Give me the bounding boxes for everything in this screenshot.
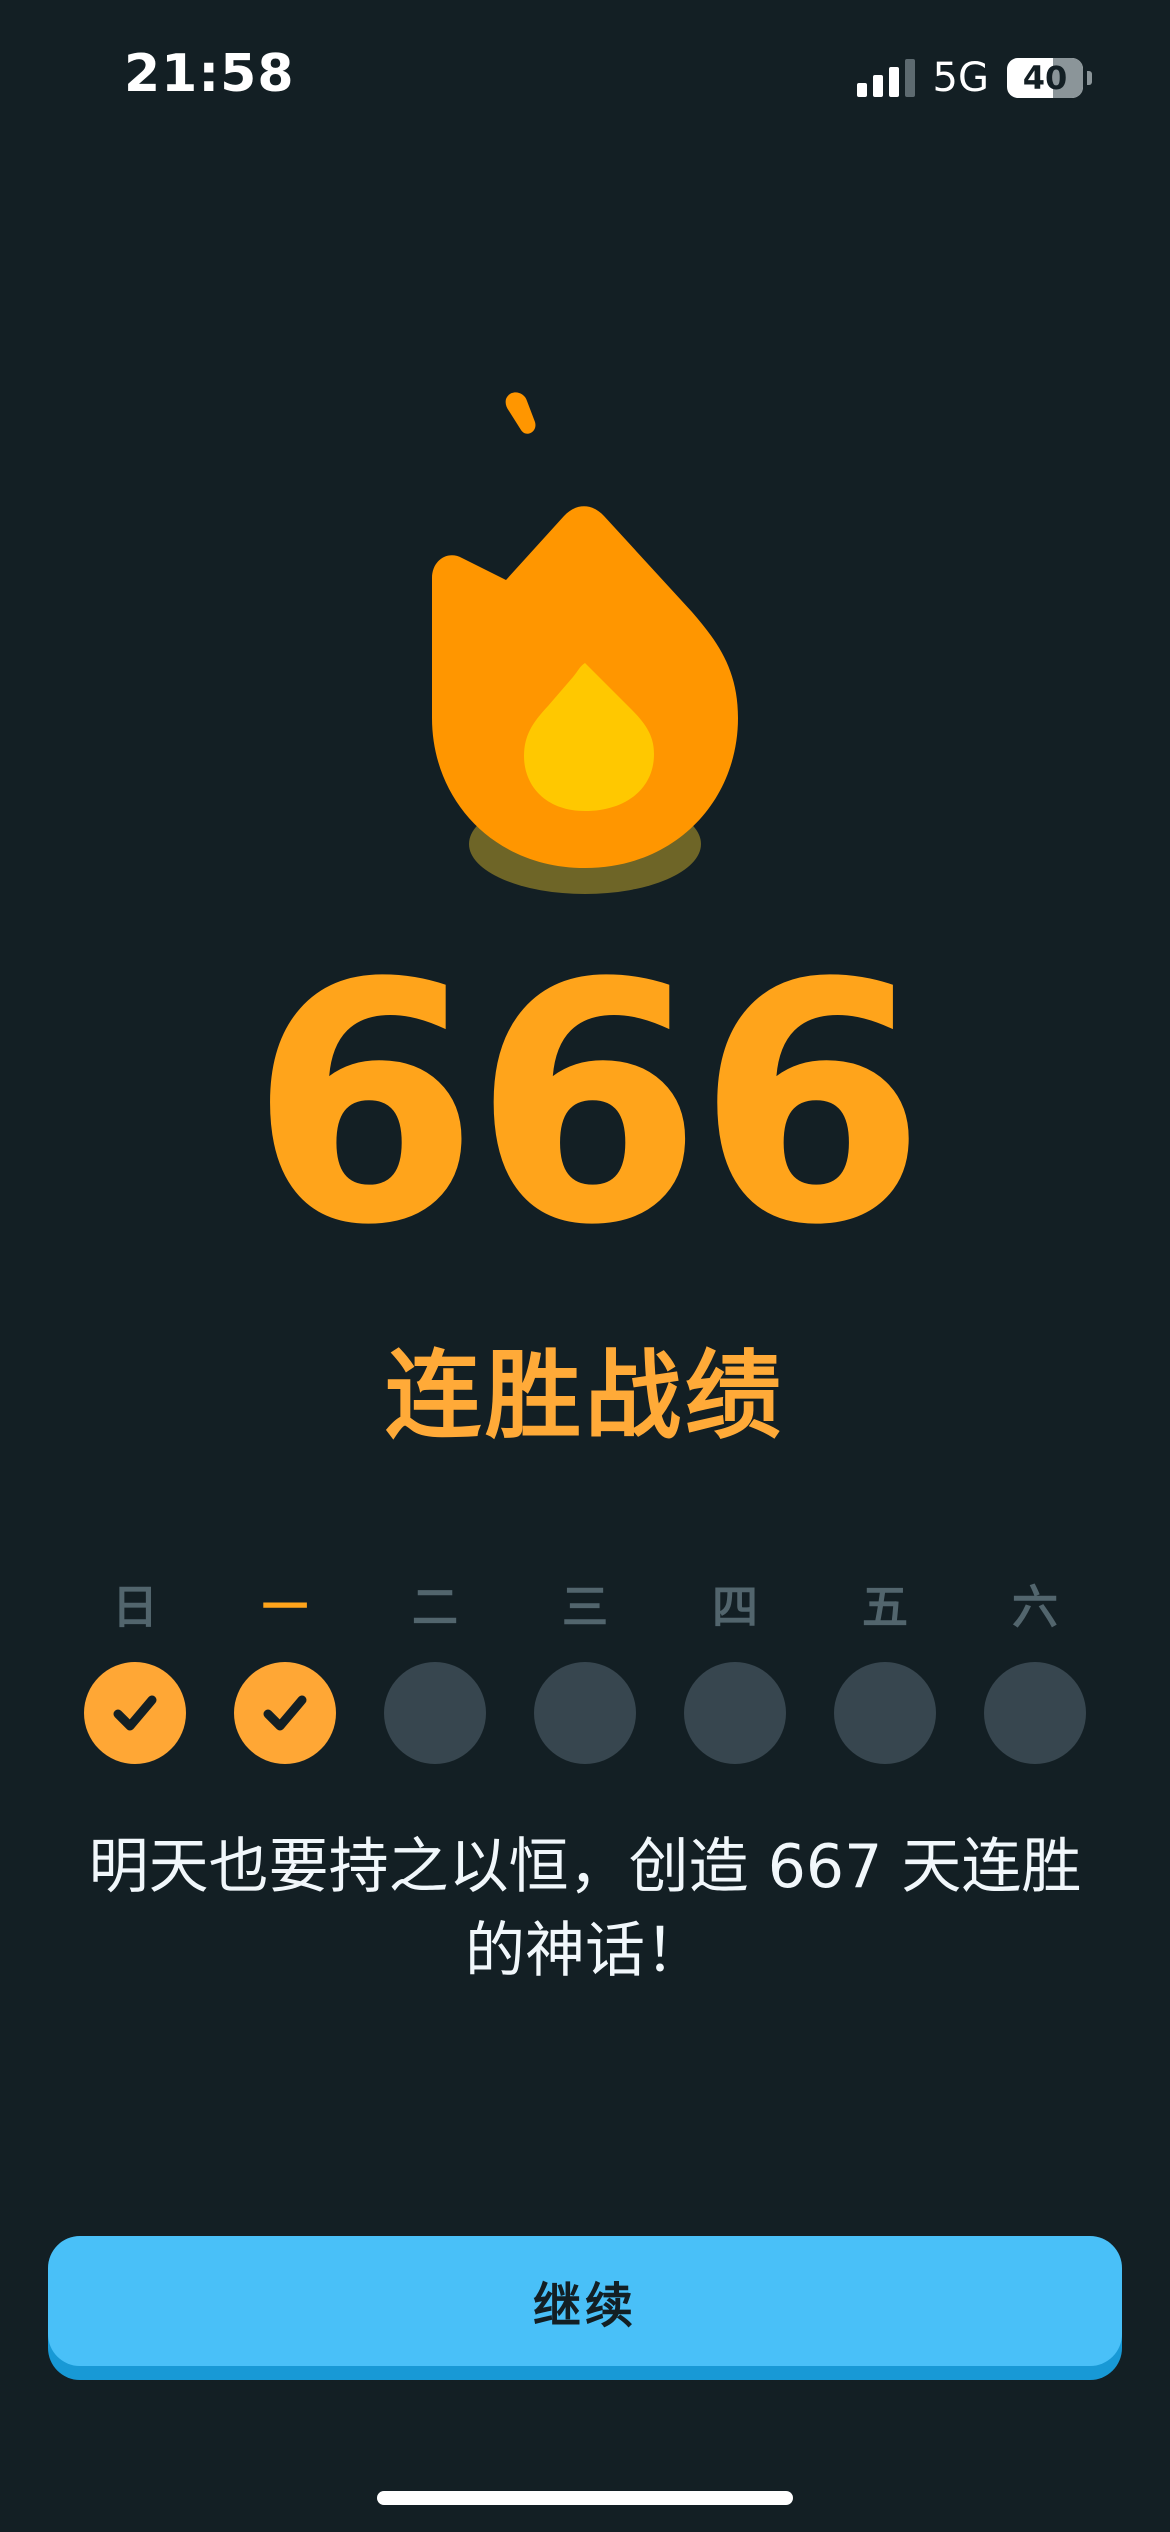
network-type: 5G	[932, 55, 989, 101]
continue-button[interactable]: 继续	[48, 2236, 1122, 2366]
week-day-label: 日	[112, 1580, 158, 1634]
week-day-label: 二	[412, 1580, 458, 1634]
streak-count: 666	[249, 913, 927, 1297]
week-day: 日	[84, 1578, 186, 1764]
week-day: 五	[834, 1578, 936, 1764]
streak-label: 连胜战绩	[385, 1340, 785, 1452]
battery-level-text: 40	[1022, 59, 1068, 97]
status-indicators: 5G 40	[856, 50, 1092, 106]
week-day: 四	[684, 1578, 786, 1764]
encouragement-message: 明天也要持之以恒，创造 667 天连胜 的神话！	[60, 1825, 1110, 1993]
week-day: 二	[384, 1578, 486, 1764]
week-day-label: 六	[1012, 1580, 1058, 1634]
status-time: 21:58	[124, 44, 295, 104]
week-calendar: 日一二三四五六	[84, 1578, 1086, 1764]
message-line-2: 的神话！	[465, 1916, 705, 1986]
week-day: 六	[984, 1578, 1086, 1764]
day-complete-circle	[84, 1662, 186, 1764]
week-day-label: 五	[862, 1580, 908, 1634]
day-pending-circle	[684, 1662, 786, 1764]
home-indicator[interactable]	[377, 2491, 793, 2505]
status-bar: 21:58 5G 40	[0, 0, 1170, 150]
day-pending-circle	[534, 1662, 636, 1764]
day-complete-circle	[234, 1662, 336, 1764]
day-pending-circle	[834, 1662, 936, 1764]
day-pending-circle	[384, 1662, 486, 1764]
flame-icon	[400, 380, 770, 920]
check-icon	[113, 1695, 157, 1731]
week-day-label: 四	[712, 1580, 758, 1634]
check-icon	[263, 1695, 307, 1731]
battery-cap	[1087, 71, 1092, 85]
week-day-label: 三	[562, 1580, 608, 1634]
day-pending-circle	[984, 1662, 1086, 1764]
week-day: 一	[234, 1578, 336, 1764]
week-day: 三	[534, 1578, 636, 1764]
week-day-label: 一	[262, 1580, 308, 1634]
message-line-1: 明天也要持之以恒，创造 667 天连胜	[88, 1832, 1082, 1902]
battery-icon: 40	[1007, 58, 1083, 98]
cellular-signal-icon	[856, 59, 915, 97]
